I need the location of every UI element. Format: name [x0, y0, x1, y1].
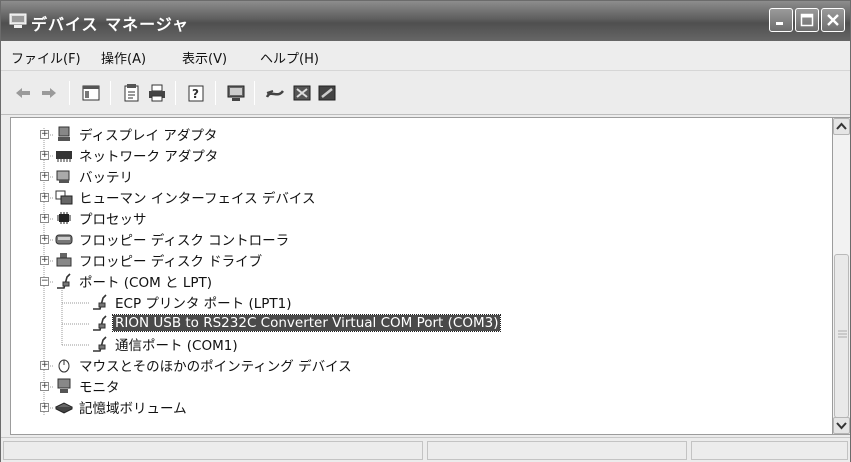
vertical-scrollbar[interactable]: [833, 117, 850, 435]
tree-child-item[interactable]: ECP プリンタ ポート (LPT1): [91, 292, 294, 312]
status-pane-2: [427, 441, 687, 460]
properties-icon[interactable]: [122, 83, 142, 103]
port-icon: [93, 294, 107, 310]
grip-icon: [838, 330, 847, 338]
status-pane-main: [3, 441, 423, 460]
tree-item-label: 通信ポート (COM1): [115, 338, 238, 354]
mouse-icon: [58, 359, 70, 373]
processor-icon: [57, 212, 71, 224]
tree-item-label: モニタ: [79, 380, 120, 396]
console-tree-icon[interactable]: [81, 83, 101, 103]
tree-category-item[interactable]: モニタ: [55, 376, 122, 396]
port-icon: [93, 315, 107, 331]
maximize-button[interactable]: [795, 8, 819, 32]
tree-item-label: バッテリ: [79, 170, 133, 186]
tree-item-label: ポート (COM と LPT): [79, 275, 213, 291]
tree-category-item[interactable]: フロッピー ディスク ドライブ: [55, 250, 264, 270]
status-pane-3: [691, 441, 848, 460]
menu-help[interactable]: ヘルプ(H): [260, 48, 319, 67]
floppy-controller-icon: [55, 234, 73, 245]
scroll-down-button[interactable]: [833, 417, 850, 434]
uninstall-icon[interactable]: [292, 83, 312, 103]
tree-item-label: ディスプレイ アダプタ: [79, 128, 218, 144]
maximize-icon: [800, 13, 814, 27]
tree-child-item[interactable]: RION USB to RS232C Converter Virtual COM…: [91, 313, 502, 333]
storage-volume-icon: [55, 402, 73, 414]
expand-toggle[interactable]: +: [40, 403, 49, 412]
chevron-down-icon: [836, 422, 847, 430]
tree-category-item[interactable]: 記憶域ボリューム: [55, 397, 189, 417]
battery-icon: [56, 170, 70, 183]
menu-action[interactable]: 操作(A): [101, 48, 146, 67]
print-icon[interactable]: [147, 83, 167, 103]
tree-category-item[interactable]: ヒューマン インターフェイス デバイス: [55, 187, 317, 207]
toolbar-separator: [110, 81, 111, 105]
close-button[interactable]: [821, 8, 845, 32]
device-tree[interactable]: + ディスプレイ アダプタ + ネットワーク アダプタ + バッテリ + ヒューマン インター…: [10, 117, 833, 435]
close-icon: [827, 14, 839, 26]
scan-hardware-icon[interactable]: [226, 83, 246, 103]
tree-item-label: フロッピー ディスク コントローラ: [79, 233, 290, 249]
floppy-drive-icon: [56, 253, 72, 267]
title-bar[interactable]: デバイス マネージャ: [1, 1, 850, 41]
tree-item-label: マウスとそのほかのポインティング デバイス: [79, 359, 352, 375]
update-driver-icon[interactable]: [265, 83, 285, 103]
tree-item-label: フロッピー ディスク ドライブ: [79, 254, 263, 270]
toolbar-separator: [254, 81, 255, 105]
expand-toggle[interactable]: +: [40, 256, 49, 265]
tree-category-item[interactable]: ディスプレイ アダプタ: [55, 124, 219, 144]
tree-item-label: ヒューマン インターフェイス デバイス: [79, 191, 316, 207]
tree-category-item[interactable]: ネットワーク アダプタ: [55, 145, 220, 165]
minimize-button[interactable]: [769, 8, 793, 32]
tree-child-item[interactable]: 通信ポート (COM1): [91, 334, 240, 354]
toolbar-separator: [69, 81, 70, 105]
tree-category-item[interactable]: マウスとそのほかのポインティング デバイス: [55, 355, 354, 375]
svg-text:?: ?: [192, 87, 199, 101]
chevron-up-icon: [836, 122, 847, 130]
menu-file[interactable]: ファイル(F): [11, 48, 81, 67]
minimize-icon: [776, 22, 783, 25]
toolbar-separator: [175, 81, 176, 105]
disable-icon[interactable]: [317, 83, 337, 103]
menu-view[interactable]: 表示(V): [182, 48, 227, 67]
port-icon: [93, 336, 107, 352]
expand-toggle[interactable]: +: [40, 130, 49, 139]
port-icon: [57, 273, 71, 289]
forward-arrow-icon[interactable]: [39, 83, 59, 103]
collapse-toggle[interactable]: −: [40, 277, 49, 286]
tree-category-item[interactable]: ポート (COM と LPT): [55, 271, 214, 291]
tree-category-item[interactable]: バッテリ: [55, 166, 135, 186]
expand-toggle[interactable]: +: [40, 382, 49, 391]
display-adapter-icon: [58, 126, 70, 141]
scroll-thumb[interactable]: [834, 254, 849, 418]
monitor-icon: [57, 378, 71, 393]
expand-toggle[interactable]: +: [40, 193, 49, 202]
tree-category-item[interactable]: プロセッサ: [55, 208, 149, 228]
scroll-up-button[interactable]: [833, 118, 850, 135]
tree-item-label: ECP プリンタ ポート (LPT1): [115, 296, 292, 312]
device-manager-window: デバイス マネージャ ファイル(F) 操作(A) 表示(V) ヘルプ(H) ?: [0, 0, 851, 462]
tree-item-label: RION USB to RS232C Converter Virtual COM…: [111, 314, 502, 332]
network-adapter-icon: [56, 151, 72, 162]
expand-toggle[interactable]: +: [40, 172, 49, 181]
back-arrow-icon[interactable]: [13, 83, 33, 103]
tree-category-item[interactable]: フロッピー ディスク コントローラ: [55, 229, 291, 249]
help-icon[interactable]: ?: [186, 83, 206, 103]
hid-icon: [55, 190, 73, 205]
status-bar: [1, 437, 850, 462]
window-title: デバイス マネージャ: [31, 15, 189, 34]
toolbar-separator: [215, 81, 216, 105]
tree-item-label: プロセッサ: [79, 212, 147, 228]
expand-toggle[interactable]: +: [40, 151, 49, 160]
expand-toggle[interactable]: +: [40, 361, 49, 370]
toolbar: ?: [1, 71, 850, 115]
device-manager-icon: [9, 13, 27, 28]
expand-toggle[interactable]: +: [40, 214, 49, 223]
menu-bar: ファイル(F) 操作(A) 表示(V) ヘルプ(H): [1, 41, 850, 71]
expand-toggle[interactable]: +: [40, 235, 49, 244]
tree-item-label: ネットワーク アダプタ: [79, 149, 219, 165]
tree-item-label: 記憶域ボリューム: [79, 401, 187, 417]
